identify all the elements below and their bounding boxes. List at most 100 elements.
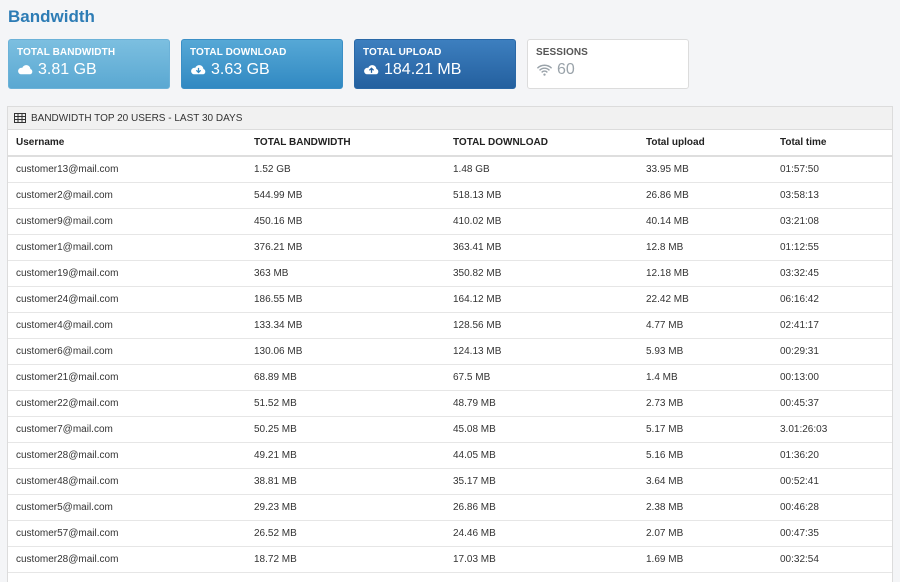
username-cell: customer28@mail.com xyxy=(8,442,246,469)
download-cell: 48.79 MB xyxy=(445,390,638,417)
column-total-bandwidth[interactable]: TOTAL BANDWIDTH xyxy=(246,130,445,157)
total-bandwidth-card: TOTAL BANDWIDTH 3.81 GB xyxy=(8,39,170,89)
time-cell: 02:41:17 xyxy=(772,312,892,339)
download-cell: 67.5 MB xyxy=(445,364,638,391)
time-cell: 01:36:20 xyxy=(772,442,892,469)
download-cell: 35.17 MB xyxy=(445,468,638,495)
download-cell: 26.86 MB xyxy=(445,494,638,521)
sessions-card: SESSIONS 60 xyxy=(527,39,689,89)
table-row: customer5@mail.com 29.23 MB 26.86 MB 2.38 M… xyxy=(8,494,892,521)
upload-cell: 12.18 MB xyxy=(638,260,772,287)
bandwidth-cell: 363 MB xyxy=(246,260,445,287)
bandwidth-cell: 51.52 MB xyxy=(246,390,445,417)
time-cell: 01:57:50 xyxy=(772,156,892,183)
download-cell: 363.41 MB xyxy=(445,234,638,261)
table-row: customer2@mail.com 544.99 MB 518.13 MB 26.8… xyxy=(8,182,892,209)
bandwidth-cell: 133.34 MB xyxy=(246,312,445,339)
upload-cell: 2.07 MB xyxy=(638,520,772,547)
upload-cell: 40.14 MB xyxy=(638,208,772,235)
total-bandwidth-label: TOTAL BANDWIDTH xyxy=(17,47,116,58)
table-row: customer28@mail.com 18.72 MB 17.03 MB 1.69 … xyxy=(8,546,892,573)
table-row: customer48@mail.com 38.81 MB 35.17 MB 3.64 … xyxy=(8,468,892,495)
cloud-upload-icon xyxy=(364,65,379,75)
table-row: customer57@mail.com 26.52 MB 24.46 MB 2.07 … xyxy=(8,520,892,547)
top-users-panel: BANDWIDTH TOP 20 USERS - LAST 30 DAYS Us… xyxy=(7,106,893,582)
download-cell: 17.03 MB xyxy=(445,546,638,573)
download-cell: 44.05 MB xyxy=(445,442,638,469)
username-cell: customer21@mail.com xyxy=(8,364,246,391)
table-row: customer24@mail.com 186.55 MB 164.12 MB 22.… xyxy=(8,286,892,313)
cloud-icon xyxy=(18,65,33,75)
upload-cell: 2.73 MB xyxy=(638,390,772,417)
table-row: customer1@mail.com 376.21 MB 363.41 MB 12.8… xyxy=(8,234,892,261)
time-cell: 00:45:37 xyxy=(772,390,892,417)
bandwidth-cell: 50.25 MB xyxy=(246,416,445,443)
table-row: customer19@mail.com 363 MB 350.82 MB 12.18 … xyxy=(8,260,892,287)
bandwidth-cell: 186.55 MB xyxy=(246,286,445,313)
upload-cell: 33.95 MB xyxy=(638,156,772,183)
bandwidth-cell: 29.23 MB xyxy=(246,494,445,521)
download-cell: 410.02 MB xyxy=(445,208,638,235)
download-cell: 45.08 MB xyxy=(445,416,638,443)
download-cell: 128.56 MB xyxy=(445,312,638,339)
bandwidth-cell: 450.16 MB xyxy=(246,208,445,235)
upload-cell: 22.42 MB xyxy=(638,286,772,313)
table-row: customer22@mail.com 51.52 MB 48.79 MB 2.73 … xyxy=(8,390,892,417)
table-row: customer9@mail.com 450.16 MB 410.02 MB 40.1… xyxy=(8,208,892,235)
username-cell: customer7@mail.com xyxy=(8,416,246,443)
column-total-upload[interactable]: Total upload xyxy=(638,130,772,157)
upload-cell: 1.69 MB xyxy=(638,546,772,573)
username-cell: customer24@mail.com xyxy=(8,286,246,313)
bandwidth-cell: 1.52 GB xyxy=(246,156,445,183)
download-cell: 1.48 GB xyxy=(445,156,638,183)
upload-cell: 1.4 MB xyxy=(638,364,772,391)
time-cell: 01:12:55 xyxy=(772,234,892,261)
total-download-card: TOTAL DOWNLOAD 3.63 GB xyxy=(181,39,343,89)
panel-title: BANDWIDTH TOP 20 USERS - LAST 30 DAYS xyxy=(31,112,243,124)
upload-cell: 26.86 MB xyxy=(638,182,772,209)
total-upload-value: 184.21 MB xyxy=(384,61,462,78)
table-row: customer28@mail.com 49.21 MB 44.05 MB 5.16 … xyxy=(8,442,892,469)
sessions-value: 60 xyxy=(557,61,575,78)
sessions-label: SESSIONS xyxy=(536,47,588,58)
username-cell: customer48@mail.com xyxy=(8,468,246,495)
time-cell: 00:32:54 xyxy=(772,546,892,573)
username-cell: customer2@mail.com xyxy=(8,182,246,209)
top-users-table: Username TOTAL BANDWIDTH TOTAL DOWNLOAD … xyxy=(8,130,892,573)
wifi-icon xyxy=(536,64,553,76)
column-total-download[interactable]: TOTAL DOWNLOAD xyxy=(445,130,638,157)
username-cell: customer28@mail.com xyxy=(8,546,246,573)
bandwidth-cell: 130.06 MB xyxy=(246,338,445,365)
column-username[interactable]: Username xyxy=(8,130,246,157)
table-row: customer21@mail.com 68.89 MB 67.5 MB 1.4 MB… xyxy=(8,364,892,391)
download-cell: 124.13 MB xyxy=(445,338,638,365)
total-upload-card: TOTAL UPLOAD 184.21 MB xyxy=(354,39,516,89)
cloud-download-icon xyxy=(191,65,206,75)
bandwidth-cell: 26.52 MB xyxy=(246,520,445,547)
time-cell: 03:32:45 xyxy=(772,260,892,287)
time-cell: 00:47:35 xyxy=(772,520,892,547)
total-upload-label: TOTAL UPLOAD xyxy=(363,47,442,58)
username-cell: customer4@mail.com xyxy=(8,312,246,339)
time-cell: 03:21:08 xyxy=(772,208,892,235)
upload-cell: 5.17 MB xyxy=(638,416,772,443)
time-cell: 00:29:31 xyxy=(772,338,892,365)
table-icon xyxy=(14,113,26,123)
time-cell: 00:46:28 xyxy=(772,494,892,521)
table-row: customer4@mail.com 133.34 MB 128.56 MB 4.77… xyxy=(8,312,892,339)
time-cell: 03:58:13 xyxy=(772,182,892,209)
bandwidth-cell: 376.21 MB xyxy=(246,234,445,261)
upload-cell: 2.38 MB xyxy=(638,494,772,521)
total-download-value: 3.63 GB xyxy=(211,61,270,78)
download-cell: 350.82 MB xyxy=(445,260,638,287)
table-row: customer13@mail.com 1.52 GB 1.48 GB 33.95 M… xyxy=(8,156,892,183)
download-cell: 518.13 MB xyxy=(445,182,638,209)
table-header-row: Username TOTAL BANDWIDTH TOTAL DOWNLOAD … xyxy=(8,130,892,157)
username-cell: customer19@mail.com xyxy=(8,260,246,287)
username-cell: customer57@mail.com xyxy=(8,520,246,547)
column-total-time[interactable]: Total time xyxy=(772,130,892,157)
time-cell: 00:52:41 xyxy=(772,468,892,495)
upload-cell: 4.77 MB xyxy=(638,312,772,339)
download-cell: 24.46 MB xyxy=(445,520,638,547)
upload-cell: 12.8 MB xyxy=(638,234,772,261)
